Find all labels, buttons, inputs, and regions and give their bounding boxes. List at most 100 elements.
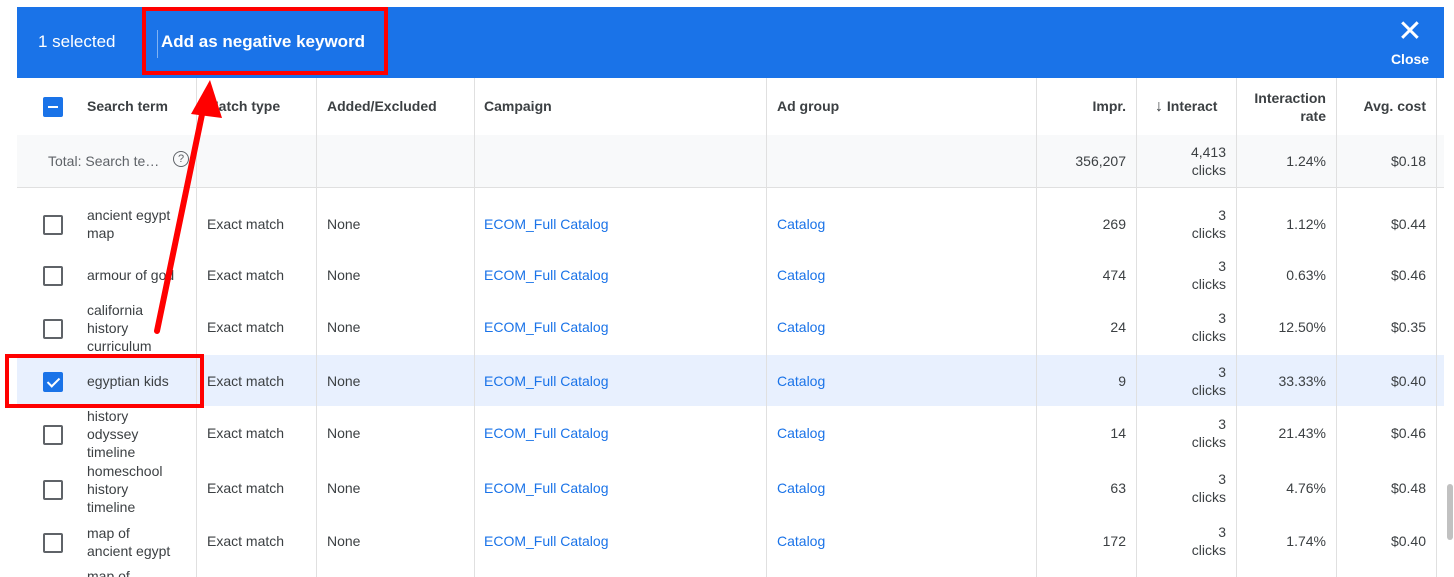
avg-cost-cell: $0.40 xyxy=(1390,533,1426,549)
search-term-line: timeline xyxy=(87,444,136,460)
interaction-rate-cell: 33.33% xyxy=(1278,373,1326,389)
column-interactions[interactable]: ↓ Interact xyxy=(1155,98,1226,116)
campaign-link[interactable]: ECOM_Full Catalog xyxy=(484,425,609,441)
search-term-cell: map of ancient egypt xyxy=(87,524,170,560)
table-row-selected[interactable]: egyptian kids Exact match None ECOM_Full… xyxy=(17,355,1444,407)
avg-cost-cell: $0.40 xyxy=(1390,373,1426,389)
avg-cost-cell: $0.46 xyxy=(1390,425,1426,441)
table-row[interactable]: homeschool history timeline Exact match No… xyxy=(17,461,1444,517)
row-checkbox[interactable] xyxy=(43,215,63,235)
table-row[interactable]: map of ancient egypt Exact match None ECO… xyxy=(17,516,1444,568)
table-header: Search term Match type Added/Excluded Ca… xyxy=(17,78,1444,136)
row-checkbox[interactable] xyxy=(43,480,63,500)
added-excluded-cell: None xyxy=(327,480,361,496)
impr-cell: 63 xyxy=(1110,480,1126,496)
interactions-unit: clicks xyxy=(1191,434,1226,450)
add-as-negative-keyword-button[interactable]: Add as negative keyword xyxy=(161,32,365,52)
search-term-line: map of xyxy=(87,525,130,541)
column-interaction-rate[interactable]: Interaction rate xyxy=(1237,89,1326,125)
interactions-cell: 3 clicks xyxy=(1137,257,1226,293)
interactions-value: 3 xyxy=(1218,310,1226,326)
row-checkbox[interactable] xyxy=(43,319,63,339)
column-match-type[interactable]: Match type xyxy=(207,98,280,114)
table-row[interactable]: armour of god Exact match None ECOM_Full… xyxy=(17,249,1444,301)
interaction-rate-cell: 1.12% xyxy=(1286,216,1326,232)
ad-group-link[interactable]: Catalog xyxy=(777,480,825,496)
campaign-link[interactable]: ECOM_Full Catalog xyxy=(484,319,609,335)
table-row[interactable]: california history curriculum Exact match … xyxy=(17,300,1444,356)
search-term-line: map xyxy=(87,225,115,241)
avg-cost-cell: $0.44 xyxy=(1390,216,1426,232)
select-all-checkbox[interactable] xyxy=(43,97,63,117)
column-impr[interactable]: Impr. xyxy=(1047,98,1126,114)
column-divider xyxy=(1236,78,1237,577)
sort-descending-icon: ↓ xyxy=(1155,98,1163,115)
interaction-rate-cell: 0.63% xyxy=(1286,267,1326,283)
ad-group-link[interactable]: Catalog xyxy=(777,267,825,283)
total-interactions-unit: clicks xyxy=(1191,162,1226,178)
ad-group-link[interactable]: Catalog xyxy=(777,216,825,232)
row-checkbox-checked[interactable] xyxy=(43,372,63,392)
vertical-scrollbar[interactable] xyxy=(1447,484,1453,540)
match-type-cell: Exact match xyxy=(207,267,285,283)
close-label: Close xyxy=(1390,51,1430,67)
ad-group-link[interactable]: Catalog xyxy=(777,425,825,441)
total-interaction-rate: 1.24% xyxy=(1286,153,1326,169)
row-checkbox[interactable] xyxy=(43,425,63,445)
total-impr: 356,207 xyxy=(1075,153,1126,169)
column-added-excluded[interactable]: Added/Excluded xyxy=(327,98,437,114)
total-avg-cost: $0.18 xyxy=(1390,153,1426,169)
close-button[interactable]: ✕ Close xyxy=(1378,15,1442,68)
campaign-link[interactable]: ECOM_Full Catalog xyxy=(484,373,609,389)
column-avg-cost[interactable]: Avg. cost xyxy=(1337,98,1427,114)
impr-cell: 9 xyxy=(1118,373,1126,389)
selection-action-bar: 1 selected Add as negative keyword ✕ Clo… xyxy=(17,7,1444,78)
campaign-link[interactable]: ECOM_Full Catalog xyxy=(484,533,609,549)
interactions-cell: 3 clicks xyxy=(1137,363,1226,399)
search-term-cell: armour of god xyxy=(87,267,175,283)
impr-cell: 14 xyxy=(1110,425,1126,441)
interaction-rate-cell: 4.76% xyxy=(1286,480,1326,496)
interactions-cell: 3 clicks xyxy=(1137,206,1226,242)
search-term-cell: egyptian kids xyxy=(87,373,169,389)
search-term-line: history xyxy=(87,481,129,497)
close-icon: ✕ xyxy=(1397,15,1423,48)
help-icon[interactable]: ? xyxy=(173,151,189,167)
column-search-term[interactable]: Search term xyxy=(87,98,168,114)
search-term-line: ancient egypt xyxy=(87,543,171,559)
column-ad-group[interactable]: Ad group xyxy=(777,98,839,114)
row-checkbox[interactable] xyxy=(43,533,63,553)
interactions-unit: clicks xyxy=(1191,489,1226,505)
column-divider xyxy=(1336,78,1337,577)
added-excluded-cell: None xyxy=(327,216,361,232)
toolbar-divider xyxy=(157,30,158,58)
impr-cell: 269 xyxy=(1102,216,1126,232)
search-term-cell: homeschool history timeline xyxy=(87,462,163,516)
selected-count: 1 selected xyxy=(38,32,116,51)
match-type-cell: Exact match xyxy=(207,319,285,335)
total-interactions: 4,413 clicks xyxy=(1137,143,1226,179)
row-checkbox[interactable] xyxy=(43,266,63,286)
match-type-cell: Exact match xyxy=(207,216,285,232)
added-excluded-cell: None xyxy=(327,373,361,389)
search-term-line: curriculum xyxy=(87,338,152,354)
interactions-unit: clicks xyxy=(1191,276,1226,292)
added-excluded-cell: None xyxy=(327,319,361,335)
column-interaction-rate-l2: rate xyxy=(1300,108,1326,124)
column-campaign[interactable]: Campaign xyxy=(484,98,552,114)
table-row[interactable]: ancient egypt map Exact match None ECOM_F… xyxy=(17,198,1444,250)
search-term-line: ancient egypt xyxy=(87,207,171,223)
ad-group-link[interactable]: Catalog xyxy=(777,533,825,549)
column-divider xyxy=(1036,78,1037,577)
campaign-link[interactable]: ECOM_Full Catalog xyxy=(484,480,609,496)
column-divider xyxy=(1436,78,1437,577)
ad-group-link[interactable]: Catalog xyxy=(777,373,825,389)
added-excluded-cell: None xyxy=(327,425,361,441)
interactions-unit: clicks xyxy=(1191,382,1226,398)
added-excluded-cell: None xyxy=(327,533,361,549)
ad-group-link[interactable]: Catalog xyxy=(777,319,825,335)
campaign-link[interactable]: ECOM_Full Catalog xyxy=(484,267,609,283)
table-row[interactable]: history odyssey timeline Exact match None … xyxy=(17,406,1444,462)
campaign-link[interactable]: ECOM_Full Catalog xyxy=(484,216,609,232)
interactions-value: 3 xyxy=(1218,207,1226,223)
